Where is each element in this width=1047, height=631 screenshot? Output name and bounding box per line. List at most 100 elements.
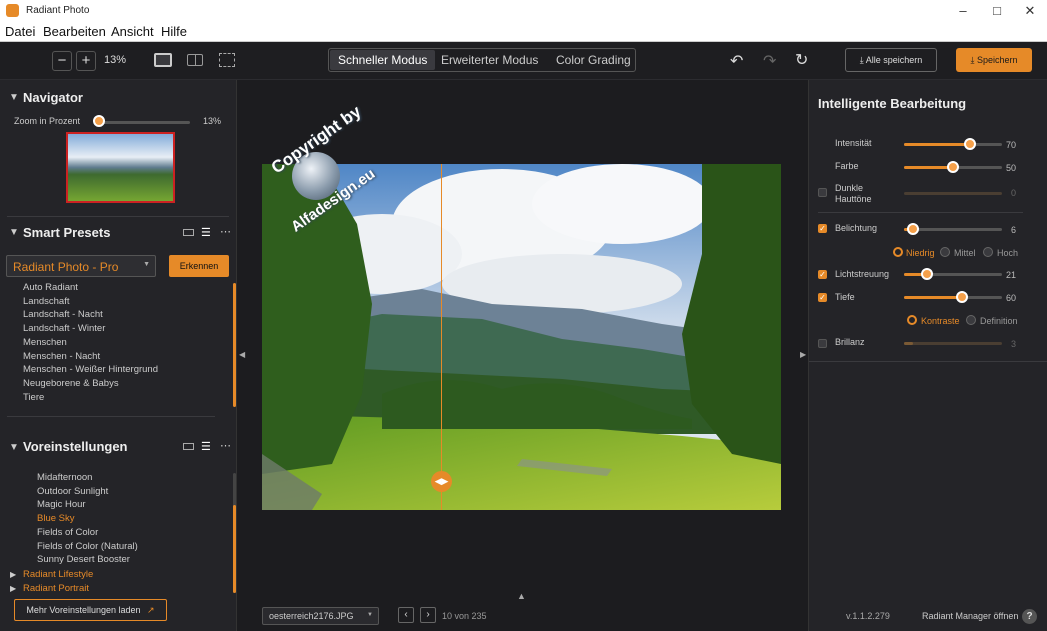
exposure-checkbox[interactable]: ✓: [818, 224, 827, 233]
recognize-button[interactable]: Erkennen: [169, 255, 229, 277]
list-item[interactable]: Tiere: [23, 391, 223, 405]
load-more-presets-button[interactable]: Mehr Voreinstellungen laden ↗: [14, 599, 167, 621]
list-item[interactable]: Menschen - Nacht: [23, 350, 223, 364]
smart-presets-scrollbar[interactable]: [233, 283, 236, 407]
menu-ansicht[interactable]: Ansicht: [111, 24, 154, 39]
list-item[interactable]: Midafternoon: [37, 471, 217, 485]
undo-icon[interactable]: ↶: [730, 51, 743, 71]
collapse-left-panel-icon[interactable]: ◀: [239, 350, 245, 359]
intensity-slider-fill: [904, 143, 970, 146]
preset-group-portrait[interactable]: Radiant Portrait: [23, 582, 89, 596]
zoom-in-button[interactable]: +: [76, 51, 96, 71]
list-item[interactable]: Outdoor Sunlight: [37, 485, 217, 499]
exposure-knob[interactable]: [907, 223, 919, 235]
toolbar: − + 13% Schneller Modus Erweiterter Modu…: [0, 42, 1047, 80]
expand-group-icon[interactable]: ▶: [10, 570, 16, 579]
exposure-high-label[interactable]: Hoch: [997, 248, 1018, 258]
dark-skin-checkbox[interactable]: [818, 188, 827, 197]
chevron-down-icon: ▼: [367, 612, 373, 618]
next-image-button[interactable]: ›: [420, 607, 436, 623]
preset-group-lifestyle[interactable]: Radiant Lifestyle: [23, 568, 93, 582]
redo-icon[interactable]: ↷: [763, 51, 776, 71]
color-slider-fill: [904, 166, 952, 169]
navigator-collapse-icon[interactable]: ▼: [9, 92, 19, 103]
tab-fast-mode[interactable]: Schneller Modus: [330, 50, 436, 70]
collapse-right-panel-icon[interactable]: ▶: [800, 350, 806, 359]
list-view-icon[interactable]: ☰: [201, 440, 211, 453]
window-title: Radiant Photo: [26, 5, 90, 16]
single-view-icon[interactable]: [154, 53, 172, 67]
help-icon[interactable]: ?: [1022, 609, 1037, 624]
depth-contrast-radio[interactable]: [907, 315, 917, 325]
list-item[interactable]: Auto Radiant: [23, 281, 223, 295]
list-item-active[interactable]: Blue Sky: [37, 512, 217, 526]
list-item[interactable]: Magic Hour: [37, 498, 217, 512]
preset-package-dropdown[interactable]: Radiant Photo - Pro ▼: [6, 255, 156, 277]
reset-icon[interactable]: ↻: [795, 50, 808, 70]
list-item[interactable]: Sunny Desert Booster: [37, 553, 217, 567]
navigator-zoom-value: 13%: [203, 116, 222, 126]
filmstrip-toggle-icon[interactable]: ▲: [517, 591, 526, 601]
menu-hilfe[interactable]: Hilfe: [161, 24, 187, 39]
save-all-button[interactable]: ⤓ Alle speichern: [845, 48, 937, 72]
list-view-icon[interactable]: ☰: [201, 226, 211, 239]
previous-image-button[interactable]: ‹: [398, 607, 414, 623]
list-item[interactable]: Landschaft - Winter: [23, 322, 223, 336]
list-item[interactable]: Menschen - Weißer Hintergrund: [23, 363, 223, 377]
menu-datei[interactable]: Datei: [5, 24, 35, 39]
tab-advanced-mode[interactable]: Erweiterter Modus: [433, 50, 546, 70]
crop-compare-icon[interactable]: [219, 53, 235, 67]
intensity-knob[interactable]: [964, 138, 976, 150]
list-item[interactable]: Fields of Color: [37, 526, 217, 540]
zoom-out-button[interactable]: −: [52, 51, 72, 71]
brilliance-slider[interactable]: [904, 342, 1002, 345]
list-item[interactable]: Fields of Color (Natural): [37, 540, 217, 554]
exposure-medium-label[interactable]: Mittel: [954, 248, 976, 258]
split-view-icon[interactable]: [187, 54, 203, 66]
expand-group-icon[interactable]: ▶: [10, 584, 16, 593]
presets-scrollbar-thumb[interactable]: [233, 505, 236, 593]
divider: [7, 416, 215, 417]
light-diffusion-knob[interactable]: [921, 268, 933, 280]
intensity-label: Intensität: [835, 138, 872, 148]
exposure-low-label[interactable]: Niedrig: [906, 248, 935, 258]
exposure-medium-radio[interactable]: [940, 247, 950, 257]
list-item[interactable]: Landschaft: [23, 295, 223, 309]
menu-bearbeiten[interactable]: Bearbeiten: [43, 24, 106, 39]
split-divider-line[interactable]: [441, 164, 442, 510]
list-item[interactable]: Menschen: [23, 336, 223, 350]
more-options-icon[interactable]: ⋯: [220, 225, 231, 238]
smart-presets-collapse-icon[interactable]: ▼: [9, 227, 19, 238]
light-diffusion-checkbox[interactable]: ✓: [818, 270, 827, 279]
brilliance-checkbox[interactable]: [818, 339, 827, 348]
brilliance-value: 3: [1010, 339, 1016, 349]
depth-checkbox[interactable]: ✓: [818, 293, 827, 302]
split-handle-icon[interactable]: ◀▶: [431, 471, 452, 492]
list-item[interactable]: Neugeborene & Babys: [23, 377, 223, 391]
depth-definition-label[interactable]: Definition: [980, 316, 1018, 326]
maximize-button[interactable]: □: [980, 0, 1014, 22]
exposure-label: Belichtung: [835, 223, 878, 233]
save-button[interactable]: ⤓ Speichern: [956, 48, 1032, 72]
close-button[interactable]: ✕: [1013, 0, 1047, 22]
depth-label: Tiefe: [835, 292, 855, 302]
navigator-zoom-knob[interactable]: [93, 115, 105, 127]
tab-color-grading[interactable]: Color Grading: [548, 50, 639, 70]
depth-contrast-label[interactable]: Kontraste: [921, 316, 960, 326]
grid-view-icon[interactable]: [183, 443, 194, 450]
navigator-viewport[interactable]: [66, 132, 175, 203]
grid-view-icon[interactable]: [183, 229, 194, 236]
list-item[interactable]: Landschaft - Nacht: [23, 308, 223, 322]
navigator-zoom-slider[interactable]: [96, 121, 190, 124]
more-options-icon[interactable]: ⋯: [220, 439, 231, 452]
exposure-high-radio[interactable]: [983, 247, 993, 257]
depth-definition-radio[interactable]: [966, 315, 976, 325]
dark-skin-slider[interactable]: [904, 192, 1002, 195]
minimize-button[interactable]: –: [946, 0, 980, 22]
depth-knob[interactable]: [956, 291, 968, 303]
color-knob[interactable]: [947, 161, 959, 173]
open-manager-link[interactable]: Radiant Manager öffnen: [922, 611, 1018, 621]
exposure-low-radio[interactable]: [893, 247, 903, 257]
file-dropdown[interactable]: oesterreich2176.JPG ▼: [262, 607, 379, 625]
presets-collapse-icon[interactable]: ▼: [9, 442, 19, 453]
